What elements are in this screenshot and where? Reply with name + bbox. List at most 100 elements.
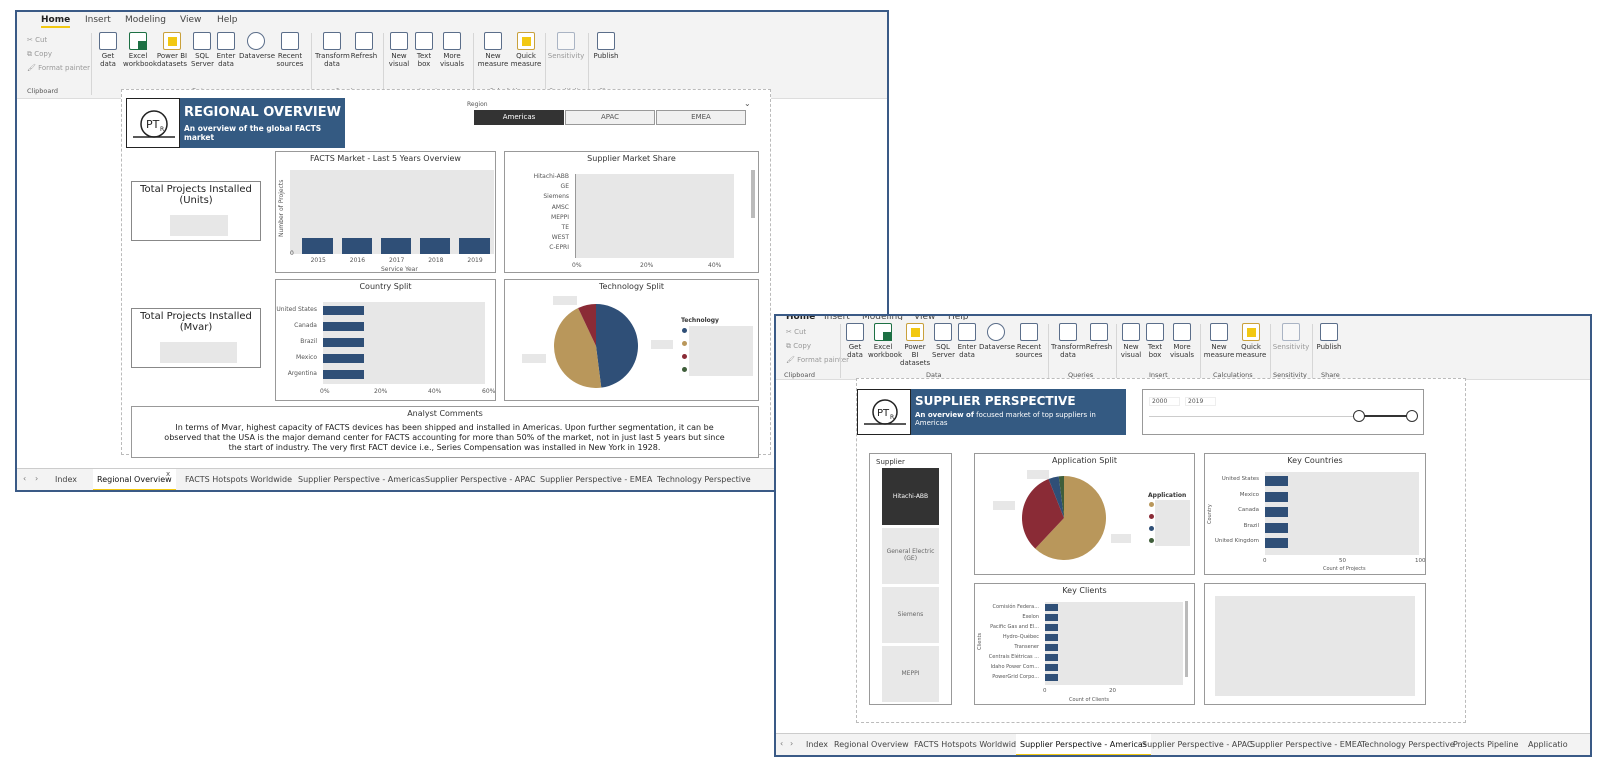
quick-measure-button[interactable]: Quick measure xyxy=(1235,323,1267,359)
slider-handle-min[interactable] xyxy=(1353,410,1365,422)
empty-visual[interactable] xyxy=(1204,583,1426,705)
dataverse-button[interactable]: Dataverse xyxy=(979,323,1015,351)
supplier-ge[interactable]: General Electric (GE) xyxy=(882,528,939,584)
key-countries-chart[interactable]: Key Countries Country Count of Projects … xyxy=(1204,453,1426,575)
enter-data-button[interactable]: Enter data xyxy=(215,32,237,68)
publish-button[interactable]: Publish xyxy=(591,32,621,60)
sensitivity-button[interactable]: Sensitivity xyxy=(1272,323,1310,351)
page-title: SUPPLIER PERSPECTIVE xyxy=(915,394,1076,408)
tab-technology[interactable]: Technology Perspective xyxy=(657,475,751,484)
cut-button[interactable]: ✂ Cut xyxy=(27,33,90,47)
supplier-hitachi[interactable]: Hitachi-ABB xyxy=(882,468,939,525)
tab-regional-overview[interactable]: Regional Overview xyxy=(834,740,909,749)
bar xyxy=(323,338,364,347)
sql-server-button[interactable]: SQL Server xyxy=(932,323,955,359)
key-clients-chart[interactable]: Key Clients Clients Count of Clients Com… xyxy=(974,583,1195,705)
pie-label xyxy=(1111,534,1131,543)
slider-max-input[interactable]: 2019 xyxy=(1185,397,1217,406)
ribbon: ✂ Cut ⧉ Copy 🖌 Format painter Clipboard … xyxy=(776,320,1590,380)
tab-index[interactable]: Index xyxy=(806,740,828,749)
pie-label xyxy=(651,340,673,349)
powerbi-datasets-button[interactable]: Power BI datasets xyxy=(156,32,188,68)
quick-measure-button[interactable]: Quick measure xyxy=(510,32,542,68)
scrollbar[interactable] xyxy=(751,170,755,218)
more-visuals-button[interactable]: More visuals xyxy=(437,32,467,68)
menu-help[interactable]: Help xyxy=(217,15,238,25)
page-subtitle: An overview of focused market of top sup… xyxy=(915,411,1096,427)
tab-supplier-apac[interactable]: Supplier Perspective - APAC xyxy=(1142,740,1253,749)
recent-sources-button[interactable]: Recent sources xyxy=(275,32,305,68)
x-tick-label: 2019 xyxy=(467,257,483,264)
tab-technology[interactable]: Technology Perspective xyxy=(1361,740,1455,749)
region-americas[interactable]: Americas xyxy=(474,110,564,125)
svg-text:R: R xyxy=(890,414,894,421)
get-data-button[interactable]: Get data xyxy=(97,32,119,68)
tab-prev-arrow[interactable]: ‹ xyxy=(23,474,26,483)
tab-supplier-emea[interactable]: Supplier Perspective - EMEA xyxy=(1250,740,1362,749)
tab-supplier-apac[interactable]: Supplier Perspective - APAC xyxy=(425,475,536,484)
transform-data-button[interactable]: Transform data xyxy=(315,32,350,68)
tab-applications[interactable]: Applicatio xyxy=(1528,740,1568,749)
pie-label xyxy=(553,296,577,305)
refresh-button[interactable]: Refresh xyxy=(1085,323,1113,351)
menu-home[interactable]: Home xyxy=(41,15,71,28)
copy-button[interactable]: ⧉ Copy xyxy=(27,47,90,61)
tab-supplier-emea[interactable]: Supplier Perspective - EMEA xyxy=(540,475,652,484)
tab-next-arrow[interactable]: › xyxy=(35,474,38,483)
get-data-button[interactable]: Get data xyxy=(844,323,866,359)
sql-server-button[interactable]: SQL Server xyxy=(191,32,214,68)
region-emea[interactable]: EMEA xyxy=(656,110,746,125)
chevron-down-icon[interactable]: ⌄ xyxy=(744,99,751,108)
new-measure-button[interactable]: New measure xyxy=(1203,323,1235,359)
excel-workbook-button[interactable]: Excel workbook xyxy=(123,32,157,68)
facts-market-chart[interactable]: FACTS Market - Last 5 Years Overview Num… xyxy=(275,151,496,273)
tab-projects-pipeline[interactable]: Projects Pipeline xyxy=(1453,740,1518,749)
format-painter-button[interactable]: 🖌 Format painter xyxy=(27,61,90,75)
refresh-button[interactable]: Refresh xyxy=(350,32,378,60)
chart-title: FACTS Market - Last 5 Years Overview xyxy=(310,154,461,163)
recent-sources-button[interactable]: Recent sources xyxy=(1014,323,1044,359)
new-visual-button[interactable]: New visual xyxy=(1119,323,1143,359)
supplier-share-chart[interactable]: Supplier Market Share Hitachi-ABB GE Sieme… xyxy=(504,151,759,273)
supplier-siemens[interactable]: Siemens xyxy=(882,587,939,643)
tab-next-arrow[interactable]: › xyxy=(790,739,793,748)
text-box-button[interactable]: Text box xyxy=(413,32,435,68)
excel-workbook-button[interactable]: Excel workbook xyxy=(868,323,902,359)
scrollbar[interactable] xyxy=(1185,601,1188,677)
publish-icon xyxy=(597,32,615,50)
bar xyxy=(1045,634,1059,641)
application-split-chart[interactable]: Application Split Application xyxy=(974,453,1195,575)
tab-supplier-americas[interactable]: Supplier Perspective - Americas xyxy=(1016,734,1151,755)
close-icon[interactable]: x xyxy=(166,470,170,478)
tab-supplier-americas[interactable]: Supplier Perspective - Americas xyxy=(298,475,425,484)
powerbi-datasets-button[interactable]: Power BI datasets xyxy=(900,323,930,367)
new-visual-button[interactable]: New visual xyxy=(387,32,411,68)
menu-insert[interactable]: Insert xyxy=(85,15,111,25)
dataverse-button[interactable]: Dataverse xyxy=(239,32,275,60)
tab-facts-hotspots[interactable]: FACTS Hotspots Worldwide xyxy=(914,740,1021,749)
region-apac[interactable]: APAC xyxy=(565,110,655,125)
country-split-chart[interactable]: Country Split United States Canada Brazil M… xyxy=(275,279,496,401)
report-title-banner: REGIONAL OVERVIEW An overview of the glo… xyxy=(180,98,345,148)
year-slicer[interactable]: 2000 2019 xyxy=(1142,389,1424,435)
menu-modeling[interactable]: Modeling xyxy=(125,15,166,25)
tab-facts-hotspots[interactable]: FACTS Hotspots Worldwide xyxy=(185,475,292,484)
bar xyxy=(1265,522,1289,533)
tab-index[interactable]: Index xyxy=(55,475,77,484)
tab-regional-overview[interactable]: Regional Overview xyxy=(93,469,176,490)
more-visuals-button[interactable]: More visuals xyxy=(1167,323,1197,359)
new-measure-button[interactable]: New measure xyxy=(477,32,509,68)
y-tick-label: United States xyxy=(276,306,317,313)
publish-button[interactable]: Publish xyxy=(1314,323,1344,351)
text-box-button[interactable]: Text box xyxy=(1144,323,1166,359)
supplier-meppi[interactable]: MEPPI xyxy=(882,646,939,702)
quick-measure-icon xyxy=(1242,323,1260,341)
technology-split-chart[interactable]: Technology Split Technology xyxy=(504,279,759,401)
slider-handle-max[interactable] xyxy=(1406,410,1418,422)
sensitivity-button[interactable]: Sensitivity xyxy=(547,32,585,60)
transform-data-button[interactable]: Transform data xyxy=(1051,323,1086,359)
menu-view[interactable]: View xyxy=(180,15,201,25)
slider-min-input[interactable]: 2000 xyxy=(1149,397,1181,406)
enter-data-button[interactable]: Enter data xyxy=(956,323,978,359)
tab-prev-arrow[interactable]: ‹ xyxy=(780,739,783,748)
